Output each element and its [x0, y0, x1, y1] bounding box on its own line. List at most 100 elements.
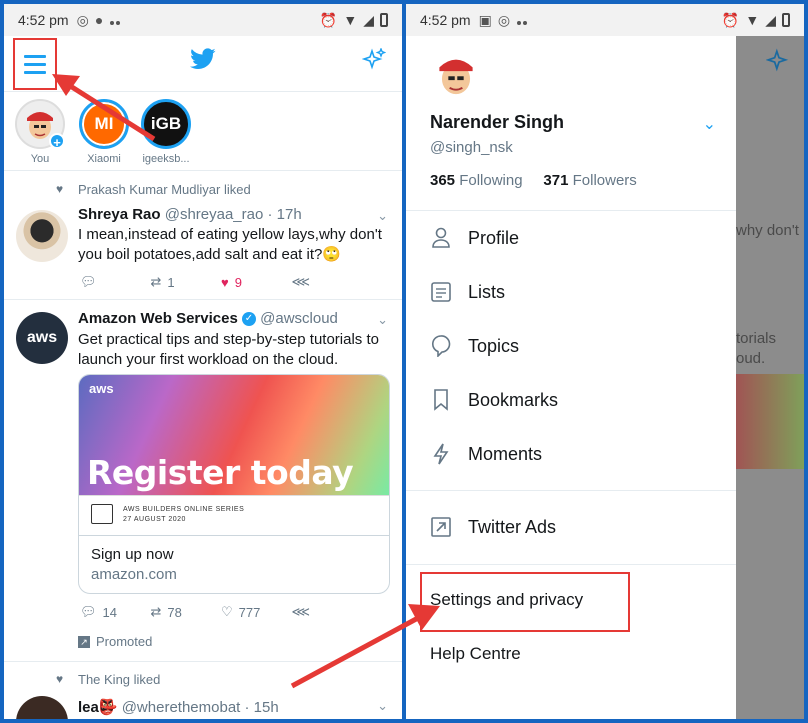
wifi-icon: ▼	[745, 12, 760, 28]
aws-logo: aws	[89, 381, 114, 396]
reply-button[interactable]: 💬︎ 14	[80, 604, 151, 620]
tweet-shreya[interactable]: Prakash Kumar Mudliyar liked Shreya Rao …	[4, 172, 402, 300]
share-button[interactable]: ⋘	[292, 274, 363, 290]
reply-button[interactable]: 💬︎	[80, 274, 151, 290]
promoted-icon: ↗	[78, 635, 90, 648]
drawer-item-twitter-ads[interactable]: Twitter Ads	[430, 507, 736, 547]
aws-logo-text: aws	[26, 329, 58, 346]
drawer-item-label: Bookmarks	[468, 389, 559, 410]
tweet-text: Get practical tips and step-by-step tuto…	[78, 331, 379, 368]
retweet-icon: ⇄	[150, 604, 162, 619]
avatar[interactable]: aws	[16, 312, 68, 364]
author-name[interactable]: Shreya Rao	[78, 206, 161, 223]
fleet-label: Xiaomi	[87, 153, 121, 165]
calendar-icon	[91, 504, 113, 524]
profile-name[interactable]: Narender Singh	[430, 112, 564, 133]
chevron-down-icon[interactable]: ⌄	[377, 208, 388, 224]
chevron-down-icon[interactable]: ⌄	[377, 698, 388, 714]
profile-avatar[interactable]	[434, 52, 478, 98]
nav-drawer-screen: 4:52 pm ▣ ◎ ⏰ ▼ ◢ why don't torials oud.…	[406, 4, 804, 719]
tweet-text: I mean,instead of eating yellow lays,why…	[78, 226, 382, 263]
retweet-count: 1	[167, 274, 175, 290]
topics-icon	[430, 335, 452, 357]
retweet-button[interactable]: ⇄ 78	[151, 604, 222, 620]
author-handle: @shreyaa_rao · 17h	[164, 206, 302, 223]
alarm-icon: ⏰	[319, 11, 338, 28]
account-switch-chevron-icon[interactable]: ⌄	[703, 114, 716, 134]
tweet-actions: 💬︎ ⇄ 1 ♥ 9 ⋘	[80, 274, 362, 290]
like-count: 9	[234, 274, 242, 290]
avatar[interactable]	[16, 210, 68, 262]
drawer-item-moments[interactable]: Moments	[430, 434, 736, 474]
battery-icon	[380, 13, 388, 27]
retweet-button[interactable]: ⇄ 1	[151, 274, 222, 290]
whatsapp-icon: ◎	[497, 11, 511, 28]
retweet-icon: ⇄	[150, 274, 162, 289]
heart-outline-icon: ♡	[221, 604, 233, 619]
card-footer: Sign up now amazon.com	[79, 535, 389, 593]
drawer-item-topics[interactable]: Topics	[430, 326, 736, 366]
background-text: oud.	[736, 350, 766, 367]
status-bar: 4:52 pm ◎ ● ⏰ ▼ ◢	[4, 4, 402, 36]
status-time: 4:52 pm	[18, 12, 69, 28]
promoted-text: Promoted	[96, 634, 153, 649]
follow-stats: 365 Following 371 Followers	[430, 172, 637, 189]
drawer-item-label: Lists	[468, 281, 506, 302]
like-button[interactable]: ♥ 9	[221, 275, 292, 290]
author-name[interactable]: Amazon Web Services	[78, 310, 238, 327]
external-arrow-icon	[430, 517, 452, 537]
card-headline: Register today	[87, 453, 354, 492]
sparkle-icon	[766, 48, 789, 72]
background-card-image	[736, 374, 804, 469]
status-bar: 4:52 pm ▣ ◎ ⏰ ▼ ◢	[406, 4, 804, 36]
wifi-icon: ▼	[343, 12, 358, 28]
signal-icon: ◢	[765, 11, 776, 28]
highlight-box	[420, 572, 630, 632]
author-name[interactable]: lea👺	[78, 699, 118, 716]
followers-link[interactable]: 371 Followers	[543, 172, 636, 189]
image-icon: ▣	[478, 11, 492, 28]
drawer-item-lists[interactable]: Lists	[430, 272, 736, 312]
drawer-item-bookmarks[interactable]: Bookmarks	[430, 380, 736, 420]
following-link[interactable]: 365 Following	[430, 172, 523, 189]
list-icon	[430, 282, 452, 302]
drawer-item-label: Topics	[468, 335, 520, 356]
fleet-label: igeeksb...	[142, 153, 190, 165]
background-text: why don't	[736, 222, 799, 239]
divider	[406, 564, 736, 565]
drawer-item-label: Profile	[468, 227, 520, 248]
retweet-count: 78	[167, 604, 182, 620]
tweet-author: Amazon Web Services ✓ @awscloud	[78, 310, 338, 327]
twitter-bird-icon	[190, 48, 216, 69]
signal-icon: ◢	[363, 11, 374, 28]
drawer-item-label: Moments	[468, 443, 543, 464]
alarm-icon: ⏰	[721, 11, 740, 28]
annotation-arrow	[290, 604, 440, 689]
followers-label: Followers	[572, 172, 637, 189]
lightning-icon	[430, 443, 452, 465]
card-title: Sign up now	[91, 546, 174, 563]
avatar[interactable]	[16, 696, 68, 719]
annotation-arrow	[52, 74, 156, 142]
battery-icon	[782, 13, 790, 27]
reply-count: 14	[102, 604, 117, 620]
social-context: Prakash Kumar Mudliyar liked	[56, 182, 251, 197]
app-notification-icon: ●	[94, 12, 104, 28]
dimmed-background[interactable]: why don't torials oud.	[736, 36, 804, 719]
drawer-item-profile[interactable]: Profile	[430, 218, 736, 258]
chevron-down-icon[interactable]: ⌄	[377, 312, 388, 328]
promo-card[interactable]: aws Register today AWS BUILDERS ONLINE S…	[78, 374, 390, 594]
fleet-label: You	[30, 153, 50, 165]
like-count: 777	[238, 604, 261, 620]
drawer-item-label: Twitter Ads	[468, 516, 557, 537]
bookmark-icon	[430, 389, 452, 411]
more-notifications-icon	[109, 12, 121, 28]
promoted-label: ↗ Promoted	[78, 634, 152, 649]
social-context: The King liked	[56, 672, 160, 687]
following-label: Following	[459, 172, 523, 189]
followers-count: 371	[543, 172, 569, 189]
card-event-band: AWS BUILDERS ONLINE SERIES 27 AUGUST 202…	[79, 495, 389, 537]
whatsapp-icon: ◎	[76, 11, 89, 28]
sparkle-icon[interactable]	[362, 48, 386, 72]
verified-badge-icon: ✓	[241, 312, 256, 327]
